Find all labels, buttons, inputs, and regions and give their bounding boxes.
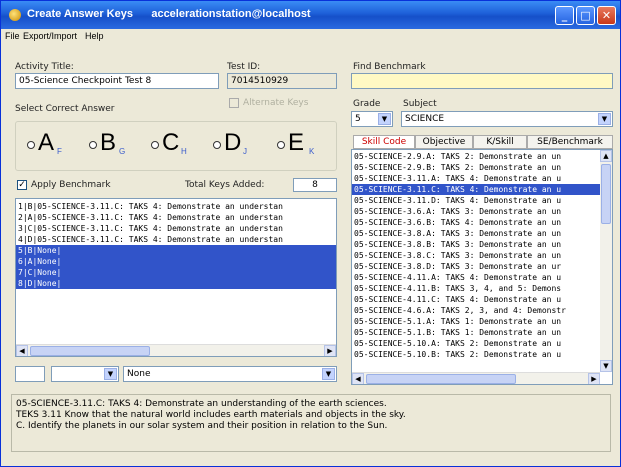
app-icon: [9, 9, 21, 21]
benchmark-list-item[interactable]: 05-SCIENCE-3.11.A: TAKS 4: Demonstrate a…: [352, 173, 600, 184]
total-keys-label: Total Keys Added:: [185, 180, 265, 190]
activity-title-label: Activity Title:: [15, 62, 74, 72]
benchmark-select[interactable]: None ▼: [123, 366, 337, 382]
menu-export-import[interactable]: Export/Import: [23, 31, 77, 41]
benchmark-list-item[interactable]: 05-SCIENCE-2.9.A: TAKS 2: Demonstrate an…: [352, 151, 600, 162]
tab-k-skill[interactable]: K/Skill: [473, 135, 527, 149]
apply-benchmark-checkbox[interactable]: ✓: [17, 180, 27, 190]
test-id-field: 7014510929: [227, 73, 337, 89]
benchmark-description: 05-SCIENCE-3.11.C: TAKS 4: Demonstrate a…: [11, 394, 611, 452]
benchmark-list-item[interactable]: 05-SCIENCE-3.11.C: TAKS 4: Demonstrate a…: [352, 184, 600, 195]
scroll-up-icon[interactable]: ▲: [600, 150, 612, 162]
window-host: accelerationstation@localhost: [151, 8, 311, 20]
benchmark-list-item[interactable]: 05-SCIENCE-5.1.A: TAKS 1: Demonstrate an…: [352, 316, 600, 327]
key-number-field[interactable]: [15, 366, 45, 382]
key-list-item[interactable]: 2|A|05-SCIENCE-3.11.C: TAKS 4: Demonstra…: [16, 212, 336, 223]
benchmark-list-item[interactable]: 05-SCIENCE-5.10.B: TAKS 2: Demonstrate a…: [352, 349, 600, 360]
window-title: Create Answer Keys: [27, 8, 133, 20]
description-line: C. Identify the planets in our solar sys…: [16, 421, 388, 431]
benchmark-list-item[interactable]: 05-SCIENCE-4.11.B: TAKS 3, 4, and 5: Dem…: [352, 283, 600, 294]
chevron-down-icon[interactable]: ▼: [598, 113, 611, 125]
benchmark-vertical-scrollbar[interactable]: ▲ ▼: [600, 150, 612, 372]
alternate-keys-label: Alternate Keys: [243, 98, 309, 108]
tab-objective[interactable]: Objective: [415, 135, 473, 149]
benchmark-list-item[interactable]: 05-SCIENCE-4.6.A: TAKS 2, 3, and 4: Demo…: [352, 305, 600, 316]
apply-benchmark-label: Apply Benchmark: [31, 180, 111, 190]
maximize-button[interactable]: □: [576, 6, 595, 25]
radio-icon: [277, 141, 285, 149]
benchmark-list-item[interactable]: 05-SCIENCE-4.11.C: TAKS 4: Demonstrate a…: [352, 294, 600, 305]
scroll-thumb[interactable]: [601, 164, 611, 224]
find-benchmark-input[interactable]: [351, 73, 613, 89]
grade-value: 5: [355, 114, 361, 124]
benchmark-list-item[interactable]: 05-SCIENCE-3.8.B: TAKS 3: Demonstrate an…: [352, 239, 600, 250]
keys-horizontal-scrollbar[interactable]: ◀ ▶: [16, 344, 336, 356]
radio-icon: [27, 141, 35, 149]
grade-select[interactable]: 5 ▼: [351, 111, 393, 127]
scroll-down-icon[interactable]: ▼: [600, 360, 612, 372]
benchmark-list-item[interactable]: 05-SCIENCE-3.6.B: TAKS 4: Demonstrate an…: [352, 217, 600, 228]
scroll-left-icon[interactable]: ◀: [352, 373, 364, 384]
tab-se-benchmark[interactable]: SE/Benchmark: [527, 135, 613, 149]
benchmark-list-item[interactable]: 05-SCIENCE-3.11.D: TAKS 4: Demonstrate a…: [352, 195, 600, 206]
menu-help[interactable]: Help: [85, 31, 104, 41]
benchmark-list-item[interactable]: 05-SCIENCE-3.6.A: TAKS 3: Demonstrate an…: [352, 206, 600, 217]
scroll-right-icon[interactable]: ▶: [324, 345, 336, 356]
chevron-down-icon[interactable]: ▼: [104, 368, 117, 380]
app-window: Create Answer Keys accelerationstation@l…: [0, 0, 621, 467]
menu-bar: File Export/Import Help: [1, 29, 620, 45]
radio-icon: [151, 141, 159, 149]
title-bar[interactable]: Create Answer Keys accelerationstation@l…: [1, 1, 620, 29]
scroll-thumb[interactable]: [366, 374, 516, 384]
close-button[interactable]: ✕: [597, 6, 616, 25]
key-list-item[interactable]: 8|D|None|: [16, 278, 336, 289]
scroll-left-icon[interactable]: ◀: [16, 345, 28, 356]
answer-keys-list[interactable]: 1|B|05-SCIENCE-3.11.C: TAKS 4: Demonstra…: [15, 198, 337, 357]
benchmark-select-value: None: [127, 369, 151, 379]
key-list-item[interactable]: 1|B|05-SCIENCE-3.11.C: TAKS 4: Demonstra…: [16, 201, 336, 212]
minimize-button[interactable]: _: [555, 6, 574, 25]
chevron-down-icon[interactable]: ▼: [322, 368, 335, 380]
benchmark-list-item[interactable]: 05-SCIENCE-3.8.D: TAKS 3: Demonstrate an…: [352, 261, 600, 272]
chevron-down-icon[interactable]: ▼: [378, 113, 391, 125]
select-answer-label: Select Correct Answer: [15, 104, 115, 114]
description-line: TEKS 3.11 Know that the natural world in…: [16, 410, 406, 420]
scroll-thumb[interactable]: [30, 346, 150, 356]
menu-file[interactable]: File: [5, 31, 20, 41]
scroll-right-icon[interactable]: ▶: [588, 373, 600, 384]
total-keys-count: 8: [293, 178, 337, 192]
find-benchmark-label: Find Benchmark: [353, 62, 426, 72]
key-list-item[interactable]: 4|D|05-SCIENCE-3.11.C: TAKS 4: Demonstra…: [16, 234, 336, 245]
description-line: 05-SCIENCE-3.11.C: TAKS 4: Demonstrate a…: [16, 399, 387, 409]
radio-icon: [213, 141, 221, 149]
benchmark-horizontal-scrollbar[interactable]: ◀ ▶: [352, 372, 600, 384]
subject-label: Subject: [403, 99, 437, 109]
tab-skill-code[interactable]: Skill Code: [353, 135, 415, 149]
key-list-item[interactable]: 6|A|None|: [16, 256, 336, 267]
subject-select[interactable]: SCIENCE ▼: [401, 111, 613, 127]
activity-title-input[interactable]: 05-Science Checkpoint Test 8: [15, 73, 219, 89]
test-id-label: Test ID:: [227, 62, 261, 72]
benchmark-list[interactable]: 05-SCIENCE-2.9.A: TAKS 2: Demonstrate an…: [351, 149, 613, 385]
benchmark-list-item[interactable]: 05-SCIENCE-5.1.B: TAKS 1: Demonstrate an…: [352, 327, 600, 338]
benchmark-list-item[interactable]: 05-SCIENCE-4.11.A: TAKS 4: Demonstrate a…: [352, 272, 600, 283]
alternate-keys-checkbox[interactable]: [229, 98, 239, 108]
radio-icon: [89, 141, 97, 149]
benchmark-list-item[interactable]: 05-SCIENCE-3.8.C: TAKS 3: Demonstrate an…: [352, 250, 600, 261]
benchmark-list-item[interactable]: 05-SCIENCE-5.10.A: TAKS 2: Demonstrate a…: [352, 338, 600, 349]
benchmark-list-item[interactable]: 05-SCIENCE-3.8.A: TAKS 3: Demonstrate an…: [352, 228, 600, 239]
key-list-item[interactable]: 7|C|None|: [16, 267, 336, 278]
grade-label: Grade: [353, 99, 381, 109]
subject-value: SCIENCE: [405, 114, 445, 124]
benchmark-list-item[interactable]: 05-SCIENCE-2.9.B: TAKS 2: Demonstrate an…: [352, 162, 600, 173]
key-list-item[interactable]: 5|B|None|: [16, 245, 336, 256]
answer-select[interactable]: ▼: [51, 366, 119, 382]
key-list-item[interactable]: 3|C|05-SCIENCE-3.11.C: TAKS 4: Demonstra…: [16, 223, 336, 234]
